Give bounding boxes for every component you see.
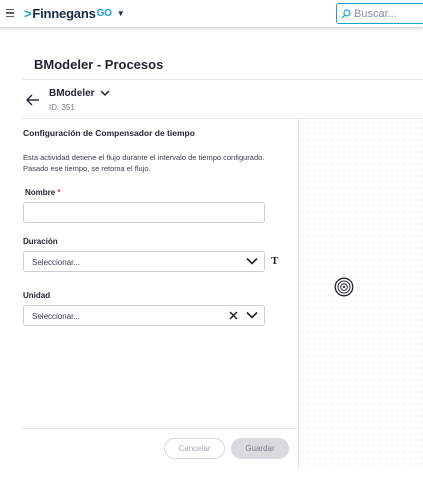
process-name: BModeler: [49, 88, 95, 99]
section-description: Esta actividad detiene el flujo durante …: [23, 153, 265, 173]
nombre-field[interactable]: [23, 202, 265, 223]
nombre-label: Nombre *: [25, 188, 61, 197]
app-logo[interactable]: > Finnegans GO ▼: [24, 6, 125, 21]
timer-event-icon[interactable]: [334, 277, 354, 297]
cancel-button[interactable]: Cancelar: [164, 438, 225, 459]
search-icon: [341, 8, 351, 18]
process-id: ID: 351: [49, 103, 75, 112]
arrow-left-icon[interactable]: [26, 94, 40, 106]
hamburger-icon[interactable]: [6, 9, 14, 17]
save-button[interactable]: Guardar: [231, 438, 289, 459]
unidad-value: Seleccionar...: [32, 312, 81, 321]
process-name-dropdown[interactable]: BModeler: [49, 88, 110, 99]
search-box[interactable]: [336, 3, 423, 24]
config-form: Configuración de Compensador de tiempo E…: [22, 119, 298, 469]
logo-suffix-text: GO: [96, 8, 112, 19]
chevron-down-icon: [100, 90, 110, 97]
search-input[interactable]: [354, 7, 423, 20]
text-type-icon[interactable]: T: [271, 255, 278, 267]
chevron-down-icon[interactable]: [246, 257, 258, 266]
duracion-select[interactable]: Seleccionar...: [23, 251, 265, 272]
chevron-down-icon[interactable]: [246, 311, 258, 320]
top-bar: > Finnegans GO ▼: [0, 0, 423, 28]
unidad-label: Unidad: [23, 291, 51, 300]
logo-main-text: Finnegans: [32, 6, 96, 21]
page-title: BModeler - Procesos: [34, 57, 164, 72]
close-icon[interactable]: [229, 311, 238, 320]
required-mark: *: [57, 188, 61, 197]
divider: [22, 79, 423, 80]
duracion-value: Seleccionar...: [32, 258, 81, 267]
nombre-input[interactable]: [24, 204, 264, 223]
logo-chevron-icon: >: [24, 6, 32, 21]
diagram-canvas[interactable]: [298, 119, 423, 469]
section-title: Configuración de Compensador de tiempo: [23, 128, 195, 138]
nombre-label-text: Nombre: [25, 188, 56, 197]
unidad-select[interactable]: Seleccionar...: [23, 305, 265, 326]
duracion-label: Duración: [23, 237, 58, 246]
footer-divider: [22, 428, 298, 429]
chevron-down-icon[interactable]: ▼: [117, 9, 125, 18]
